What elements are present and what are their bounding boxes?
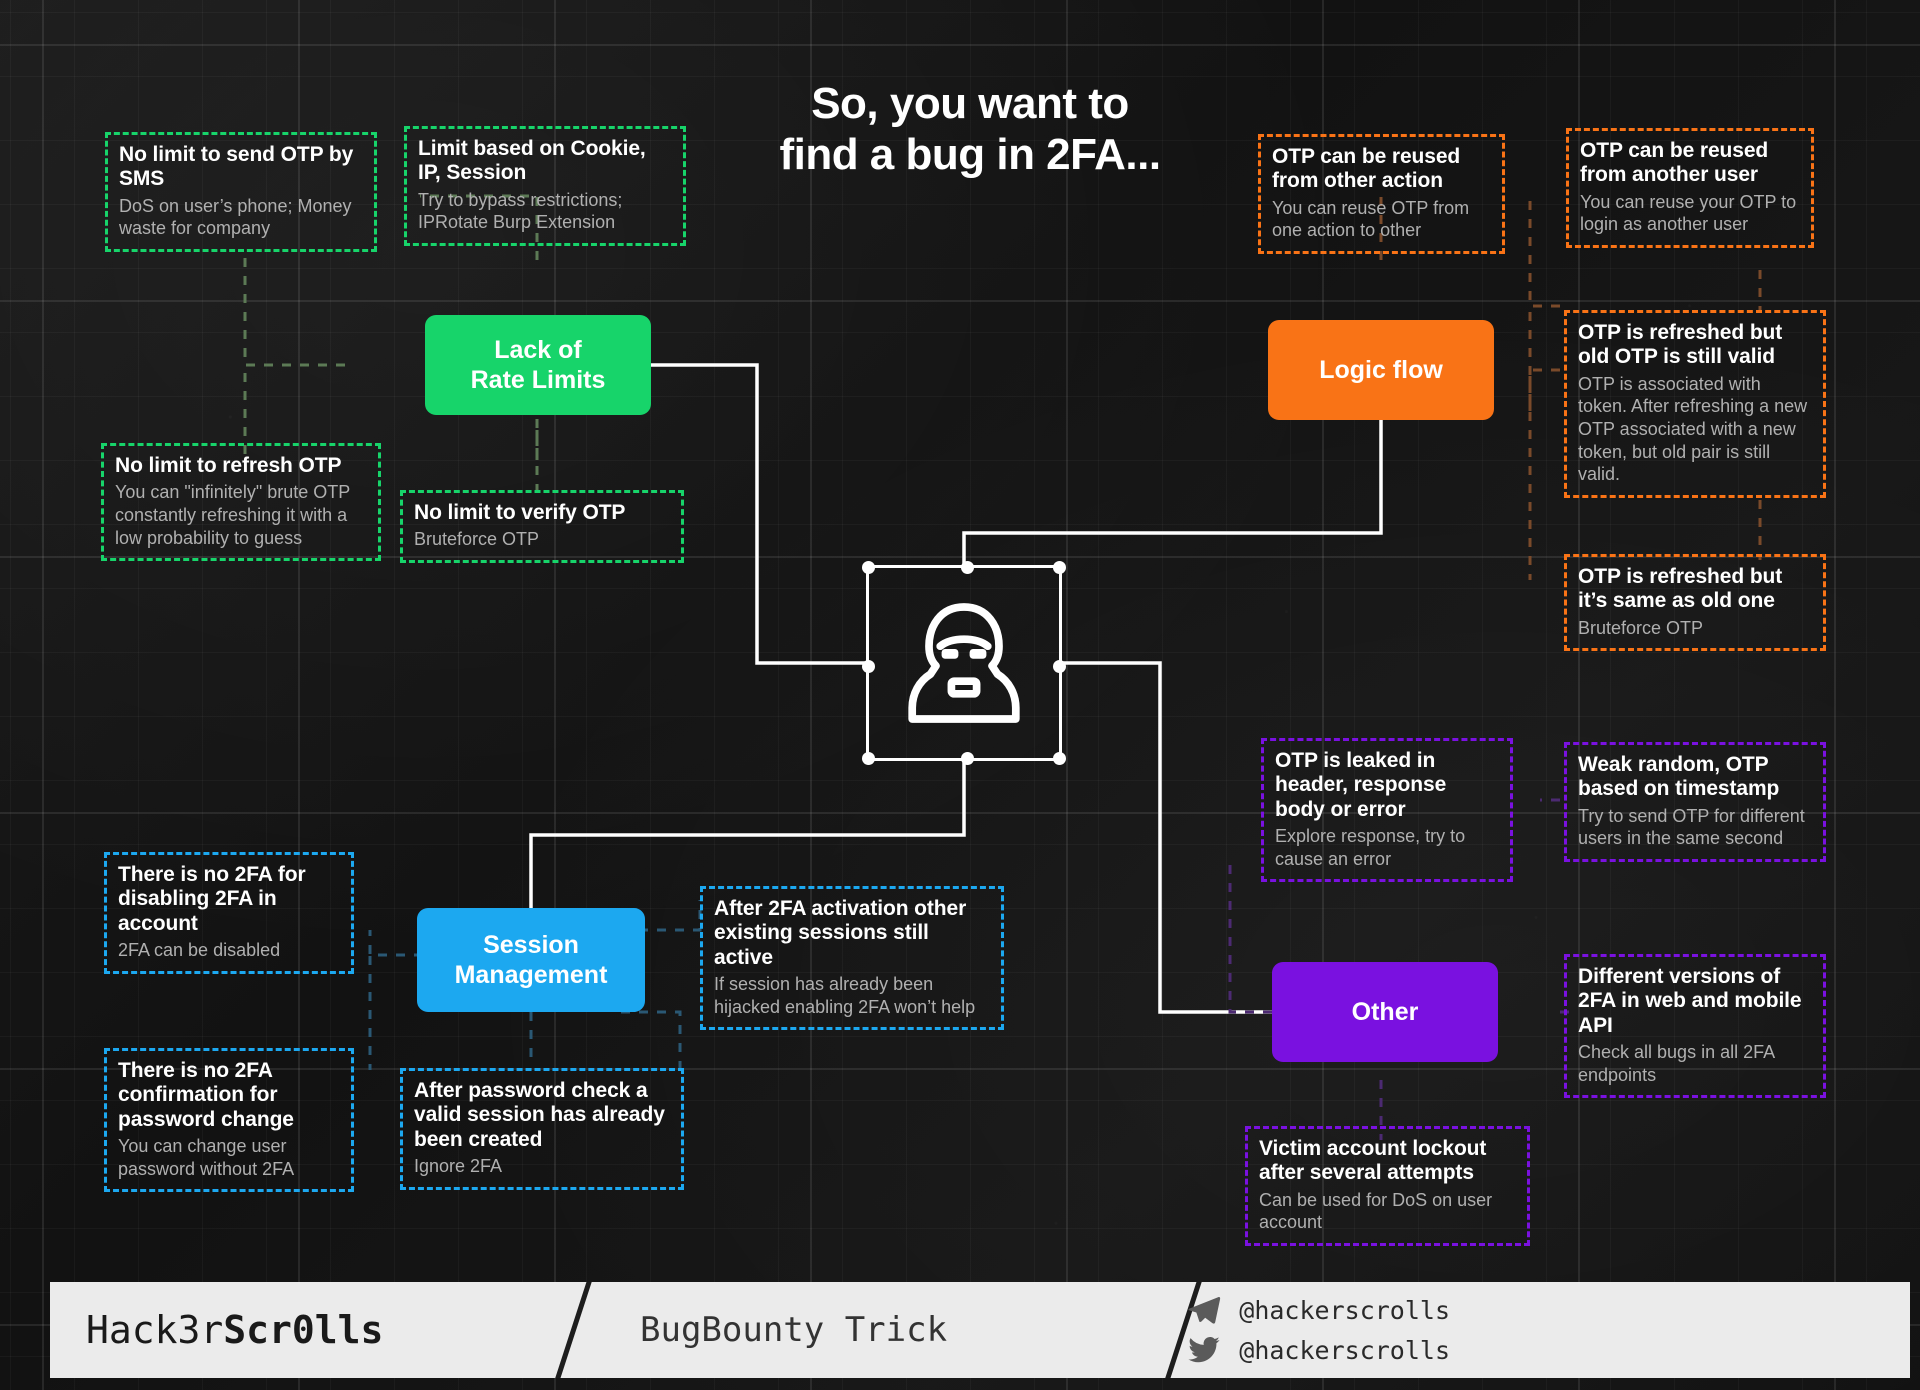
hub-dot-right-center bbox=[1053, 659, 1066, 673]
note-description: You can "infinitely" brute OTP constantl… bbox=[115, 482, 350, 548]
telegram-handle: @hackerscrolls bbox=[1239, 1295, 1450, 1325]
hub-dot-top-left bbox=[862, 561, 875, 574]
hub-dot-top-center bbox=[960, 561, 974, 574]
footer-bar: Hack3rScr0lls BugBounty Trick @hackerscr… bbox=[50, 1282, 1910, 1378]
note-no-limit-send-otp-sms[interactable]: No limit to send OTP by SMS DoS on user’… bbox=[105, 132, 377, 253]
telegram-icon bbox=[1188, 1296, 1221, 1324]
hub-dot-bottom-center bbox=[960, 752, 974, 765]
note-weak-random-otp-timestamp[interactable]: Weak random, OTP based on timestamp Try … bbox=[1564, 742, 1826, 863]
note-description: You can reuse OTP from one action to oth… bbox=[1272, 197, 1470, 241]
category-logic-flow[interactable]: Logic flow bbox=[1268, 320, 1494, 420]
brand-suffix: Scr0lls bbox=[223, 1308, 384, 1352]
note-different-versions-2fa-web-mobile[interactable]: Different versions of 2FA in web and mob… bbox=[1564, 954, 1826, 1099]
note-description: If session has already been hijacked ena… bbox=[714, 974, 976, 1017]
note-no-limit-verify-otp[interactable]: No limit to verify OTP Bruteforce OTP bbox=[400, 490, 684, 564]
note-title: After 2FA activation other existing sess… bbox=[714, 897, 967, 969]
note-limit-based-on-cookie-ip-session[interactable]: Limit based on Cookie, IP, Session Try t… bbox=[404, 126, 686, 247]
hacker-hoodie-icon bbox=[908, 603, 1020, 723]
note-description: Check all bugs in all 2FA endpoints bbox=[1578, 1042, 1775, 1085]
brand-prefix: Hack3r bbox=[86, 1308, 224, 1352]
note-title: OTP is leaked in header, response body o… bbox=[1275, 749, 1447, 821]
note-no-limit-refresh-otp[interactable]: No limit to refresh OTP You can "infinit… bbox=[101, 443, 381, 562]
note-description: Try to send OTP for different users in t… bbox=[1578, 805, 1805, 849]
note-description: Bruteforce OTP bbox=[414, 529, 540, 550]
note-no-2fa-confirmation-password-change[interactable]: There is no 2FA confirmation for passwor… bbox=[104, 1048, 354, 1193]
twitter-handle: @hackerscrolls bbox=[1239, 1335, 1450, 1365]
hub-frame bbox=[862, 561, 1066, 765]
note-no-2fa-for-disabling-2fa[interactable]: There is no 2FA for disabling 2FA in acc… bbox=[104, 852, 354, 974]
note-description: 2FA can be disabled bbox=[118, 940, 281, 961]
note-title: OTP can be reused from other action bbox=[1272, 145, 1461, 193]
note-after-password-check-session-created[interactable]: After password check a valid session has… bbox=[400, 1068, 684, 1190]
note-description: DoS on user’s phone; Money waste for com… bbox=[119, 195, 352, 239]
note-otp-leaked-in-header-response[interactable]: OTP is leaked in header, response body o… bbox=[1261, 738, 1513, 883]
twitter-icon bbox=[1188, 1336, 1220, 1363]
social-row-telegram[interactable]: @hackerscrolls bbox=[1185, 1293, 1450, 1327]
category-session-management[interactable]: Session Management bbox=[417, 908, 645, 1012]
note-victim-account-lockout[interactable]: Victim account lockout after several att… bbox=[1245, 1126, 1530, 1247]
page-title-line-1: So, you want to bbox=[811, 79, 1129, 128]
category-label: Other bbox=[1351, 998, 1419, 1026]
note-title: No limit to verify OTP bbox=[414, 501, 626, 524]
footer-divider-1 bbox=[550, 1282, 595, 1378]
note-description: Try to bypass restrictions; IPRotate Bur… bbox=[418, 189, 623, 233]
note-title: Weak random, OTP based on timestamp bbox=[1578, 753, 1780, 801]
infographic-canvas: So, you want to find a bug in 2FA... Lac… bbox=[0, 0, 1920, 1390]
note-description: Can be used for DoS on user account bbox=[1259, 1189, 1493, 1233]
note-title: There is no 2FA for disabling 2FA in acc… bbox=[118, 863, 306, 935]
note-title: There is no 2FA confirmation for passwor… bbox=[118, 1059, 294, 1131]
category-label: Session Management bbox=[454, 931, 608, 989]
note-title: No limit to refresh OTP bbox=[115, 454, 342, 477]
page-title-line-2: find a bug in 2FA... bbox=[779, 130, 1161, 180]
note-title: Limit based on Cookie, IP, Session bbox=[418, 137, 646, 185]
note-title: OTP is refreshed but old OTP is still va… bbox=[1578, 321, 1783, 369]
note-description: Explore response, try to cause an error bbox=[1275, 826, 1466, 869]
note-description: OTP is associated with token. After refr… bbox=[1578, 373, 1808, 485]
note-title: After password check a valid session has… bbox=[414, 1079, 665, 1151]
hub-dot-bottom-left bbox=[862, 752, 875, 765]
page-title: So, you want to find a bug in 2FA... bbox=[740, 78, 1200, 180]
category-label: Logic flow bbox=[1319, 356, 1443, 384]
category-label: Lack of Rate Limits bbox=[470, 336, 606, 394]
note-after-2fa-activation-sessions-active[interactable]: After 2FA activation other existing sess… bbox=[700, 886, 1004, 1031]
category-other[interactable]: Other bbox=[1272, 962, 1498, 1062]
hub-dot-top-right bbox=[1053, 561, 1066, 574]
note-description: Bruteforce OTP bbox=[1578, 617, 1704, 638]
note-otp-refreshed-same-as-old[interactable]: OTP is refreshed but it’s same as old on… bbox=[1564, 554, 1826, 652]
footer-tagline: BugBounty Trick bbox=[640, 1310, 948, 1350]
hub-dot-bottom-right bbox=[1053, 752, 1066, 765]
footer-socials: @hackerscrolls @hackerscrolls bbox=[1185, 1293, 1450, 1367]
hub-dot-left-center bbox=[862, 659, 875, 673]
note-title: OTP is refreshed but it’s same as old on… bbox=[1578, 565, 1783, 613]
note-otp-reused-other-action[interactable]: OTP can be reused from other action You … bbox=[1258, 134, 1505, 255]
note-otp-refreshed-old-still-valid[interactable]: OTP is refreshed but old OTP is still va… bbox=[1564, 310, 1826, 499]
note-title: Victim account lockout after several att… bbox=[1259, 1137, 1487, 1185]
note-title: OTP can be reused from another user bbox=[1580, 139, 1769, 187]
social-row-twitter[interactable]: @hackerscrolls bbox=[1185, 1333, 1450, 1367]
note-description: You can reuse your OTP to login as anoth… bbox=[1580, 191, 1797, 235]
note-title: No limit to send OTP by SMS bbox=[119, 143, 354, 191]
note-title: Different versions of 2FA in web and mob… bbox=[1578, 965, 1802, 1037]
note-description: You can change user password without 2FA bbox=[118, 1136, 295, 1179]
note-otp-reused-another-user[interactable]: OTP can be reused from another user You … bbox=[1566, 128, 1814, 249]
brand-logo: Hack3rScr0lls bbox=[86, 1308, 383, 1352]
note-description: Ignore 2FA bbox=[414, 1156, 503, 1177]
category-lack-of-rate-limits[interactable]: Lack of Rate Limits bbox=[425, 315, 651, 415]
